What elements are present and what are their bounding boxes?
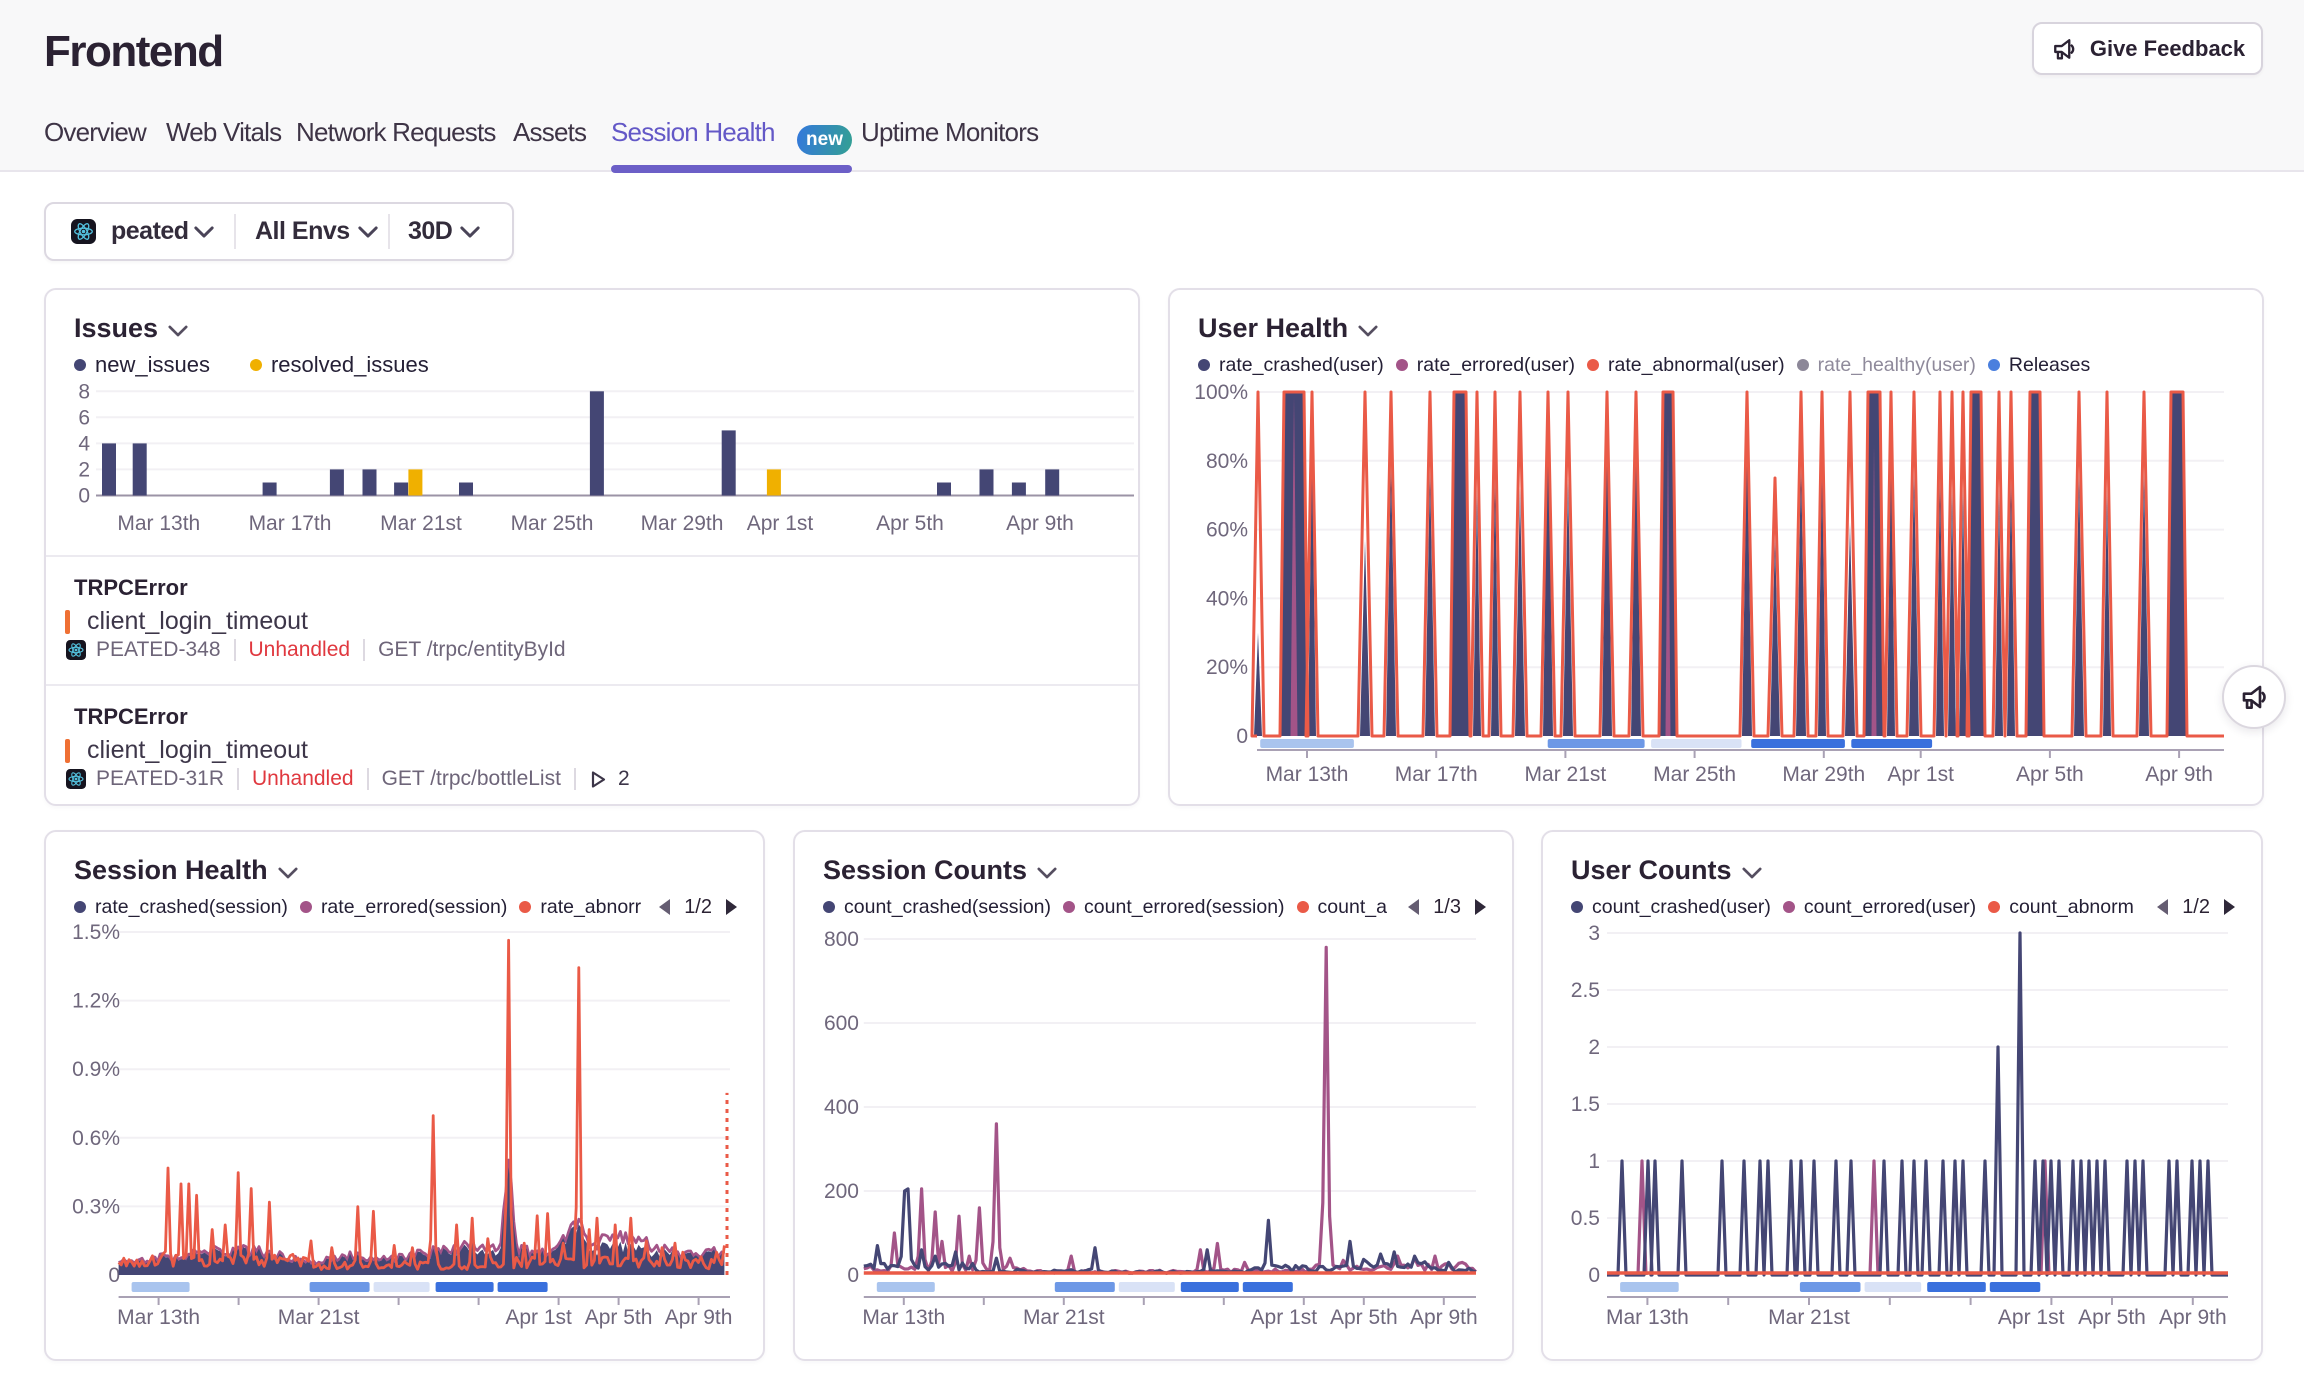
svg-text:0: 0 bbox=[78, 485, 90, 508]
svg-text:60%: 60% bbox=[1206, 519, 1248, 542]
svg-text:2.5: 2.5 bbox=[1571, 979, 1600, 1002]
svg-text:20%: 20% bbox=[1206, 656, 1248, 679]
svg-text:80%: 80% bbox=[1206, 450, 1248, 473]
svg-text:8: 8 bbox=[78, 380, 90, 403]
svg-text:Apr 1st: Apr 1st bbox=[1251, 1306, 1318, 1329]
svg-text:3: 3 bbox=[1588, 922, 1600, 945]
svg-text:Apr 9th: Apr 9th bbox=[2159, 1306, 2227, 1329]
svg-text:600: 600 bbox=[824, 1012, 859, 1035]
svg-text:1: 1 bbox=[1588, 1150, 1600, 1173]
svg-text:Mar 13th: Mar 13th bbox=[117, 1306, 200, 1329]
svg-text:400: 400 bbox=[824, 1096, 859, 1119]
svg-text:Mar 13th: Mar 13th bbox=[1266, 763, 1349, 786]
svg-text:200: 200 bbox=[824, 1180, 859, 1203]
svg-text:Apr 5th: Apr 5th bbox=[2016, 763, 2084, 786]
svg-text:Apr 1st: Apr 1st bbox=[505, 1306, 572, 1329]
svg-text:100%: 100% bbox=[1194, 381, 1248, 404]
svg-text:Mar 13th: Mar 13th bbox=[1606, 1306, 1689, 1329]
svg-text:Mar 21st: Mar 21st bbox=[380, 512, 462, 535]
svg-text:Mar 21st: Mar 21st bbox=[1768, 1306, 1850, 1329]
svg-text:800: 800 bbox=[824, 928, 859, 951]
svg-text:0: 0 bbox=[108, 1264, 120, 1287]
svg-text:Apr 9th: Apr 9th bbox=[665, 1306, 733, 1329]
svg-text:Mar 25th: Mar 25th bbox=[1653, 763, 1736, 786]
svg-text:Apr 1st: Apr 1st bbox=[1998, 1306, 2065, 1329]
svg-text:0.6%: 0.6% bbox=[72, 1127, 120, 1150]
svg-text:0.5: 0.5 bbox=[1571, 1207, 1600, 1230]
svg-text:4: 4 bbox=[78, 432, 90, 455]
svg-text:Apr 9th: Apr 9th bbox=[2145, 763, 2213, 786]
svg-text:0.9%: 0.9% bbox=[72, 1058, 120, 1081]
svg-text:Mar 21st: Mar 21st bbox=[1023, 1306, 1105, 1329]
svg-text:Apr 5th: Apr 5th bbox=[585, 1306, 653, 1329]
svg-text:0.3%: 0.3% bbox=[72, 1195, 120, 1218]
svg-text:Mar 29th: Mar 29th bbox=[641, 512, 724, 535]
svg-text:1.5: 1.5 bbox=[1571, 1093, 1600, 1116]
svg-text:40%: 40% bbox=[1206, 587, 1248, 610]
svg-text:Apr 5th: Apr 5th bbox=[876, 512, 944, 535]
svg-text:Mar 13th: Mar 13th bbox=[862, 1306, 945, 1329]
svg-text:Mar 17th: Mar 17th bbox=[1395, 763, 1478, 786]
svg-text:2: 2 bbox=[78, 458, 90, 481]
svg-text:1.2%: 1.2% bbox=[72, 990, 120, 1013]
svg-text:0: 0 bbox=[1588, 1264, 1600, 1287]
svg-text:Apr 1st: Apr 1st bbox=[1887, 763, 1954, 786]
svg-text:Mar 21st: Mar 21st bbox=[1525, 763, 1607, 786]
svg-text:Mar 29th: Mar 29th bbox=[1782, 763, 1865, 786]
svg-text:Apr 5th: Apr 5th bbox=[1330, 1306, 1398, 1329]
svg-text:0: 0 bbox=[1236, 725, 1248, 748]
svg-text:Mar 13th: Mar 13th bbox=[117, 512, 200, 535]
svg-text:Mar 25th: Mar 25th bbox=[511, 512, 594, 535]
svg-text:Mar 17th: Mar 17th bbox=[249, 512, 332, 535]
svg-text:2: 2 bbox=[1588, 1036, 1600, 1059]
svg-text:Mar 21st: Mar 21st bbox=[278, 1306, 360, 1329]
svg-text:Apr 9th: Apr 9th bbox=[1410, 1306, 1478, 1329]
svg-text:1.5%: 1.5% bbox=[72, 921, 120, 944]
svg-text:Apr 5th: Apr 5th bbox=[2078, 1306, 2146, 1329]
svg-text:0: 0 bbox=[847, 1264, 859, 1287]
svg-text:Apr 9th: Apr 9th bbox=[1006, 512, 1074, 535]
svg-text:6: 6 bbox=[78, 406, 90, 429]
svg-text:Apr 1st: Apr 1st bbox=[747, 512, 814, 535]
